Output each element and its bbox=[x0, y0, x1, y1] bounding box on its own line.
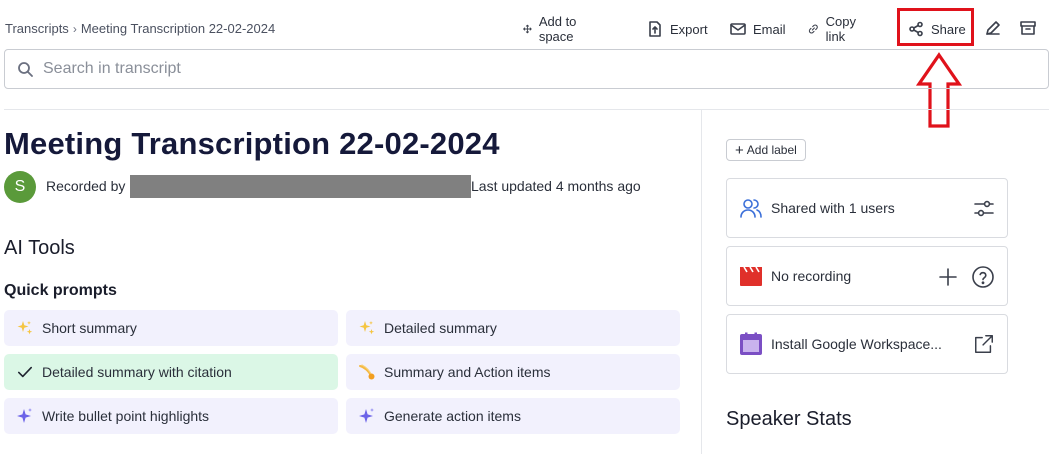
sparkle-purple-icon bbox=[358, 407, 376, 425]
add-to-space-label: Add to space bbox=[538, 14, 577, 44]
prompt-summary-action-items[interactable]: Summary and Action items bbox=[346, 354, 680, 390]
prompt-label: Short summary bbox=[42, 320, 137, 336]
quick-prompts-heading: Quick prompts bbox=[4, 282, 117, 299]
recorded-by-label: Recorded by bbox=[46, 178, 126, 194]
link-icon bbox=[808, 24, 818, 34]
shared-users-text: Shared with 1 users bbox=[771, 200, 895, 216]
speaker-stats-heading: Speaker Stats bbox=[726, 408, 852, 430]
prompt-label: Write bullet point highlights bbox=[42, 408, 210, 424]
add-label-button[interactable]: + Add label bbox=[726, 139, 806, 161]
sparkles-icon bbox=[16, 319, 34, 337]
last-updated-text: Last updated 4 months ago bbox=[471, 178, 641, 194]
archive-button[interactable] bbox=[1019, 19, 1039, 39]
email-label: Email bbox=[753, 21, 786, 37]
export-file-icon bbox=[649, 21, 661, 37]
divider bbox=[4, 109, 1049, 110]
avatar: S bbox=[4, 171, 36, 203]
copy-link-label: Copy link bbox=[825, 14, 857, 44]
prompt-label: Generate action items bbox=[384, 408, 521, 424]
breadcrumb-root-link[interactable]: Transcripts bbox=[5, 21, 69, 36]
move-arrows-icon bbox=[523, 24, 532, 34]
shared-users-card[interactable]: Shared with 1 users bbox=[726, 178, 1008, 238]
external-link-icon[interactable] bbox=[973, 333, 995, 355]
search-input[interactable] bbox=[43, 60, 943, 78]
pencil-icon bbox=[986, 21, 1000, 35]
copy-link-button[interactable]: Copy link bbox=[808, 14, 861, 44]
prompt-short-summary[interactable]: Short summary bbox=[4, 310, 338, 346]
mail-icon bbox=[730, 23, 746, 35]
redacted-recorder-name bbox=[130, 175, 471, 198]
prompt-label: Detailed summary bbox=[384, 320, 497, 336]
comet-icon bbox=[358, 363, 376, 381]
plus-icon[interactable] bbox=[937, 266, 959, 288]
prompt-bullet-highlights[interactable]: Write bullet point highlights bbox=[4, 398, 338, 434]
check-icon bbox=[16, 363, 34, 381]
calendar-app-icon bbox=[740, 332, 762, 355]
share-highlight-box bbox=[897, 8, 974, 46]
install-workspace-text: Install Google Workspace... bbox=[771, 336, 942, 352]
export-button[interactable]: Export bbox=[647, 14, 708, 44]
chevron-right-icon: › bbox=[72, 21, 77, 36]
add-to-space-button[interactable]: Add to space bbox=[523, 14, 581, 44]
help-circle-icon[interactable] bbox=[971, 265, 995, 289]
search-icon bbox=[18, 62, 33, 77]
no-recording-text: No recording bbox=[771, 268, 852, 284]
users-icon bbox=[740, 199, 762, 218]
prompt-label: Summary and Action items bbox=[384, 364, 551, 380]
install-workspace-card[interactable]: Install Google Workspace... bbox=[726, 314, 1008, 374]
column-divider bbox=[701, 110, 702, 454]
edit-button[interactable] bbox=[984, 19, 1004, 39]
page-title: Meeting Transcription 22-02-2024 bbox=[4, 126, 500, 161]
recording-card: No recording bbox=[726, 246, 1008, 306]
breadcrumb: Transcripts › Meeting Transcription 22-0… bbox=[5, 21, 275, 36]
prompt-generate-action-items[interactable]: Generate action items bbox=[346, 398, 680, 434]
archive-box-icon bbox=[1020, 21, 1036, 35]
add-label-text: Add label bbox=[746, 143, 797, 157]
prompt-detailed-summary-citation[interactable]: Detailed summary with citation bbox=[4, 354, 338, 390]
sparkles-icon bbox=[358, 319, 376, 337]
sliders-icon[interactable] bbox=[973, 198, 995, 220]
breadcrumb-current: Meeting Transcription 22-02-2024 bbox=[80, 21, 276, 36]
top-bar: Transcripts › Meeting Transcription 22-0… bbox=[0, 0, 1052, 50]
prompt-label: Detailed summary with citation bbox=[42, 364, 232, 380]
plus-icon: + bbox=[735, 141, 744, 159]
export-label: Export bbox=[670, 21, 708, 37]
sparkle-purple-icon bbox=[16, 407, 34, 425]
email-button[interactable]: Email bbox=[730, 14, 786, 44]
prompt-detailed-summary[interactable]: Detailed summary bbox=[346, 310, 680, 346]
clapperboard-icon bbox=[740, 266, 762, 286]
ai-tools-heading: AI Tools bbox=[4, 237, 75, 259]
transcript-search bbox=[4, 49, 1049, 89]
